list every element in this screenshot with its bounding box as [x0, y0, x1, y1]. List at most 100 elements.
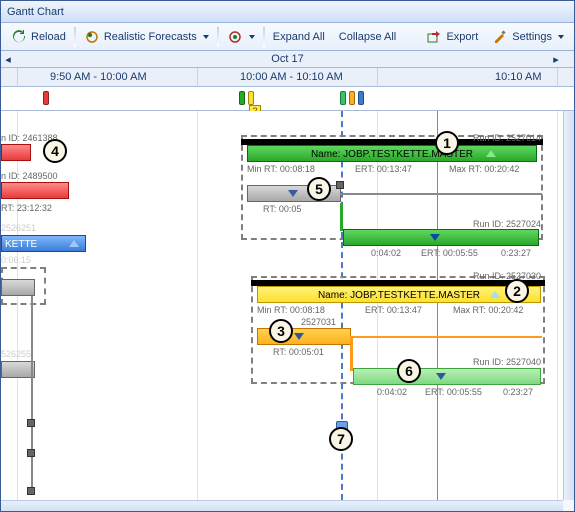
forecasts-label: Realistic Forecasts	[104, 31, 197, 43]
forecasts-button[interactable]: Realistic Forecasts	[78, 27, 215, 47]
run-id-label: 2527031	[301, 317, 336, 327]
vertical-scrollbar[interactable]	[563, 111, 574, 500]
separator	[74, 27, 76, 47]
task-bar[interactable]	[343, 229, 539, 246]
time-cell-1: 10:00 AM - 10:10 AM	[236, 68, 343, 87]
auto-button[interactable]	[221, 27, 261, 47]
marker-yellow	[248, 91, 254, 105]
dropdown-caret-icon	[249, 35, 255, 39]
marker-red	[43, 91, 49, 105]
task-bar[interactable]	[1, 144, 31, 161]
rt-label: RT: 00:05	[263, 204, 301, 214]
collapse-all-label: Collapse All	[339, 31, 396, 43]
run-id-label: Run ID: 2527014	[473, 133, 541, 143]
callout-4: 4	[43, 139, 67, 163]
link-line	[350, 336, 353, 371]
toolbar: Reload Realistic Forecasts Expand All Co…	[1, 23, 574, 51]
callout-1: 1	[435, 131, 459, 155]
rt-label: 0:06:15	[1, 255, 31, 265]
time-10-cell	[197, 68, 202, 87]
forecasts-icon	[84, 29, 100, 45]
time-10-cell	[557, 68, 562, 87]
task-bar[interactable]	[353, 368, 541, 385]
settings-icon	[492, 29, 508, 45]
rt-label: 0:23:27	[503, 387, 533, 397]
link-node	[27, 449, 35, 457]
time-10-cell	[377, 68, 382, 87]
rt-label: 0:04:02	[371, 248, 401, 258]
marker-orange	[349, 91, 355, 105]
task-bar[interactable]: KETTE	[1, 235, 86, 252]
task-bar[interactable]	[1, 182, 69, 199]
callout-5: 5	[307, 177, 331, 201]
window-title: Gantt Chart	[7, 6, 64, 18]
ert-label: ERT: 00:13:47	[355, 164, 412, 174]
task-bar[interactable]	[1, 279, 35, 296]
link-node	[336, 181, 344, 189]
separator	[263, 27, 265, 47]
rt-label: 0:04:02	[377, 387, 407, 397]
ert-label: ERT: 00:05:55	[421, 248, 478, 258]
callout-7: 7	[329, 427, 353, 451]
run-id-label: Run ID: 2527024	[473, 219, 541, 229]
time-header: 9:50 AM - 10:00 AM 10:00 AM - 10:10 AM 1…	[1, 68, 574, 87]
gear-refresh-icon	[227, 29, 243, 45]
ert-label: ERT: 00:13:47	[365, 305, 422, 315]
marker-blue	[358, 91, 364, 105]
link-line	[340, 203, 343, 231]
gantt-canvas[interactable]: n ID: 2461388 n ID: 2489500 RT: 23:12:32…	[1, 111, 563, 500]
task-bar-master[interactable]: Name: JOBP.TESTKETTE.MASTER	[257, 286, 541, 303]
dropdown-caret-icon	[558, 35, 564, 39]
rt-label: RT: 23:12:32	[1, 203, 52, 213]
task-bar[interactable]	[1, 361, 35, 378]
export-label: Export	[446, 31, 478, 43]
time-cell-0: 9:50 AM - 10:00 AM	[46, 68, 147, 87]
task-bar-master[interactable]: Name: JOBP.TESTKETTE.MASTER	[247, 145, 537, 162]
separator	[217, 27, 219, 47]
gantt-window: Gantt Chart Reload Realistic Forecasts E…	[0, 0, 575, 512]
rt-label: RT: 00:05:01	[273, 347, 324, 357]
settings-button[interactable]: Settings	[486, 27, 570, 47]
collapse-all-button[interactable]: Collapse All	[333, 29, 402, 45]
rt-label: 0:23:27	[501, 248, 531, 258]
export-icon	[426, 29, 442, 45]
max-rt-label: Max RT: 00:20:42	[449, 164, 519, 174]
expand-all-label: Expand All	[273, 31, 325, 43]
gridline	[17, 111, 18, 500]
run-id-label: Run ID: 2527040	[473, 357, 541, 367]
link-line	[350, 336, 542, 338]
reload-icon	[11, 29, 27, 45]
reload-label: Reload	[31, 31, 66, 43]
date-header: ◂ Oct 17 ▸	[1, 51, 574, 68]
date-prev-button[interactable]: ◂	[1, 51, 15, 68]
marker-green	[239, 91, 245, 105]
link-node	[27, 419, 35, 427]
date-label: Oct 17	[271, 53, 303, 65]
callout-2: 2	[505, 279, 529, 303]
ert-label: ERT: 00:05:55	[425, 387, 482, 397]
settings-label: Settings	[512, 31, 552, 43]
reload-button[interactable]: Reload	[5, 27, 72, 47]
run-id-label: 526255	[1, 349, 31, 359]
callout-6: 6	[397, 359, 421, 383]
link-line	[340, 193, 542, 195]
horizontal-scrollbar[interactable]	[1, 500, 563, 511]
link-line	[31, 296, 33, 492]
run-id-label: Run ID: 2527030	[473, 271, 541, 281]
gridline	[197, 111, 198, 500]
link-node	[27, 487, 35, 495]
min-rt-label: Min RT: 00:08:18	[247, 164, 315, 174]
export-button[interactable]: Export	[420, 27, 484, 47]
dropdown-caret-icon	[203, 35, 209, 39]
date-next-button[interactable]: ▸	[549, 51, 563, 68]
window-title-bar: Gantt Chart	[1, 1, 574, 23]
time-10-cell	[17, 68, 22, 87]
run-id-label: n ID: 2489500	[1, 171, 58, 181]
gridline	[557, 111, 558, 500]
overview-marker-bar[interactable]: 2	[1, 87, 574, 111]
time-cell-2: 10:10 AM	[491, 68, 541, 87]
run-id-label: 2526251	[1, 223, 36, 233]
min-rt-label: Min RT: 00:08:18	[257, 305, 325, 315]
expand-all-button[interactable]: Expand All	[267, 29, 331, 45]
callout-3: 3	[269, 319, 293, 343]
